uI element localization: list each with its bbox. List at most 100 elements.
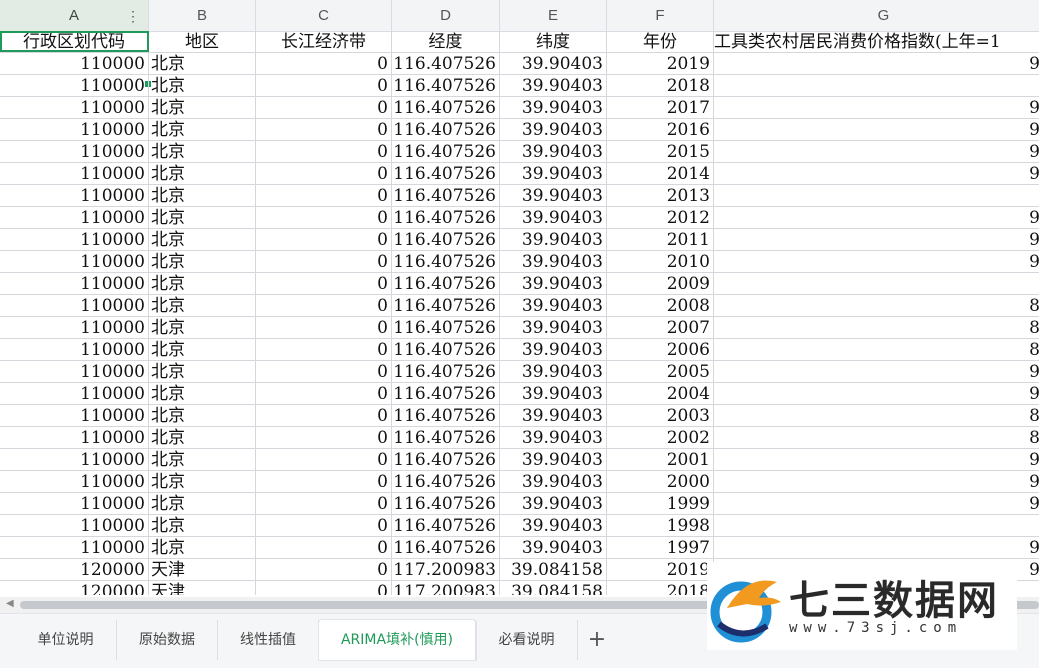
table-cell[interactable]: 北京 [149, 273, 256, 294]
table-cell[interactable]: 2015 [607, 141, 714, 162]
table-cell[interactable]: 天津 [149, 559, 256, 580]
table-cell[interactable]: 北京 [149, 53, 256, 74]
header-cell[interactable]: 长江经济带 [256, 31, 392, 52]
table-cell[interactable]: 北京 [149, 361, 256, 382]
table-cell[interactable]: 0 [256, 119, 392, 140]
table-cell[interactable]: 110000 [0, 427, 149, 448]
table-cell[interactable]: 97.6 [714, 97, 1039, 118]
table-cell[interactable]: 116.407526 [392, 515, 500, 536]
table-cell[interactable]: 0 [256, 295, 392, 316]
table-cell[interactable]: 97.5 [714, 537, 1039, 558]
table-cell[interactable]: 北京 [149, 471, 256, 492]
table-cell[interactable]: 北京 [149, 207, 256, 228]
table-cell[interactable]: 2002 [607, 427, 714, 448]
table-cell[interactable]: 110000 [0, 229, 149, 250]
table-cell[interactable]: 116.407526 [392, 405, 500, 426]
table-cell[interactable]: 39.90403 [500, 537, 607, 558]
column-header-d[interactable]: D [392, 0, 500, 31]
table-cell[interactable]: 39.90403 [500, 493, 607, 514]
table-cell[interactable]: 2004 [607, 383, 714, 404]
table-cell[interactable]: 116.407526 [392, 163, 500, 184]
table-cell[interactable]: 92.3 [714, 207, 1039, 228]
table-cell[interactable]: 2016 [607, 119, 714, 140]
table-cell[interactable]: 39.90403 [500, 141, 607, 162]
table-cell[interactable]: 北京 [149, 97, 256, 118]
table-cell[interactable]: 116.407526 [392, 537, 500, 558]
table-cell[interactable]: 39.90403 [500, 53, 607, 74]
table-cell[interactable]: 2013 [607, 185, 714, 206]
table-cell[interactable]: 北京 [149, 339, 256, 360]
table-cell[interactable]: 天津 [149, 581, 256, 595]
table-cell[interactable]: 116.407526 [392, 339, 500, 360]
table-cell[interactable]: 39.90403 [500, 515, 607, 536]
table-cell[interactable]: 110000 [0, 207, 149, 228]
table-cell[interactable]: 116.407526 [392, 185, 500, 206]
table-cell[interactable]: 98. [714, 75, 1039, 96]
table-cell[interactable]: 88.4 [714, 339, 1039, 360]
table-cell[interactable]: 92.4 [714, 251, 1039, 272]
tab-unit-notes[interactable]: 单位说明 [15, 620, 117, 660]
table-cell[interactable]: 北京 [149, 141, 256, 162]
column-header-g[interactable]: G [714, 0, 1039, 31]
column-header-c[interactable]: C [256, 0, 392, 31]
table-cell[interactable]: 116.407526 [392, 207, 500, 228]
table-cell[interactable]: 110000 [0, 141, 149, 162]
table-cell[interactable]: 39.90403 [500, 317, 607, 338]
table-cell[interactable]: 0 [256, 75, 392, 96]
tab-linear-interp[interactable]: 线性插值 [218, 620, 319, 660]
table-cell[interactable]: 96.5 [714, 163, 1039, 184]
table-cell[interactable]: 116.407526 [392, 53, 500, 74]
tab-arima[interactable]: ARIMA填补(慎用) [319, 620, 476, 660]
table-cell[interactable]: 北京 [149, 163, 256, 184]
spreadsheet-grid[interactable]: 行政区划代码 地区 长江经济带 经度 纬度 年份 工具类农村居民消费价格指数(上年=1 110… [0, 31, 1039, 595]
table-cell[interactable]: 北京 [149, 515, 256, 536]
table-cell[interactable]: 2007 [607, 317, 714, 338]
table-cell[interactable]: 1998 [607, 515, 714, 536]
table-cell[interactable]: 0 [256, 537, 392, 558]
table-cell[interactable]: 110000 [0, 537, 149, 558]
table-cell[interactable]: 110000 [0, 317, 149, 338]
table-cell[interactable]: 0 [256, 229, 392, 250]
table-cell[interactable]: 0 [256, 97, 392, 118]
table-cell[interactable]: 110000 [0, 471, 149, 492]
table-cell[interactable]: 120000 [0, 581, 149, 595]
table-cell[interactable]: 2011 [607, 229, 714, 250]
table-cell[interactable]: 0 [256, 581, 392, 595]
table-cell[interactable]: 北京 [149, 75, 256, 96]
table-cell[interactable]: 110000 [0, 185, 149, 206]
table-cell[interactable]: 110000 [0, 361, 149, 382]
table-cell[interactable]: 110000 [0, 163, 149, 184]
table-cell[interactable]: 0 [256, 493, 392, 514]
table-cell[interactable]: 2010 [607, 251, 714, 272]
column-menu-icon[interactable]: ⋮ [126, 0, 140, 32]
table-cell[interactable]: 116.407526 [392, 383, 500, 404]
table-cell[interactable]: 116.407526 [392, 471, 500, 492]
table-cell[interactable]: 116.407526 [392, 317, 500, 338]
column-header-f[interactable]: F [607, 0, 714, 31]
table-cell[interactable]: 0 [256, 53, 392, 74]
table-cell[interactable]: 90.5 [714, 229, 1039, 250]
table-cell[interactable]: 0 [256, 163, 392, 184]
table-cell[interactable]: 北京 [149, 537, 256, 558]
table-cell[interactable]: 2006 [607, 339, 714, 360]
table-cell[interactable]: 88.2 [714, 405, 1039, 426]
table-cell[interactable]: 110000 [0, 449, 149, 470]
table-cell[interactable]: 116.407526 [392, 251, 500, 272]
table-cell[interactable]: 北京 [149, 493, 256, 514]
table-cell[interactable]: 94. [714, 185, 1039, 206]
table-cell[interactable]: 2000 [607, 471, 714, 492]
table-cell[interactable]: 97.9 [714, 141, 1039, 162]
table-cell[interactable]: 2008 [607, 295, 714, 316]
table-cell[interactable]: 116.407526 [392, 449, 500, 470]
table-cell[interactable]: 39.90403 [500, 185, 607, 206]
table-cell[interactable]: 110000 [0, 405, 149, 426]
table-cell[interactable]: 91.9 [714, 493, 1039, 514]
table-cell[interactable]: 2009 [607, 273, 714, 294]
table-cell[interactable]: 2001 [607, 449, 714, 470]
table-cell[interactable]: 39.90403 [500, 339, 607, 360]
header-cell[interactable]: 纬度 [500, 31, 607, 52]
table-cell[interactable]: 90.4 [714, 383, 1039, 404]
table-cell[interactable]: 2018 [607, 581, 714, 595]
header-cell[interactable]: 年份 [607, 31, 714, 52]
table-cell[interactable]: 87. [714, 273, 1039, 294]
